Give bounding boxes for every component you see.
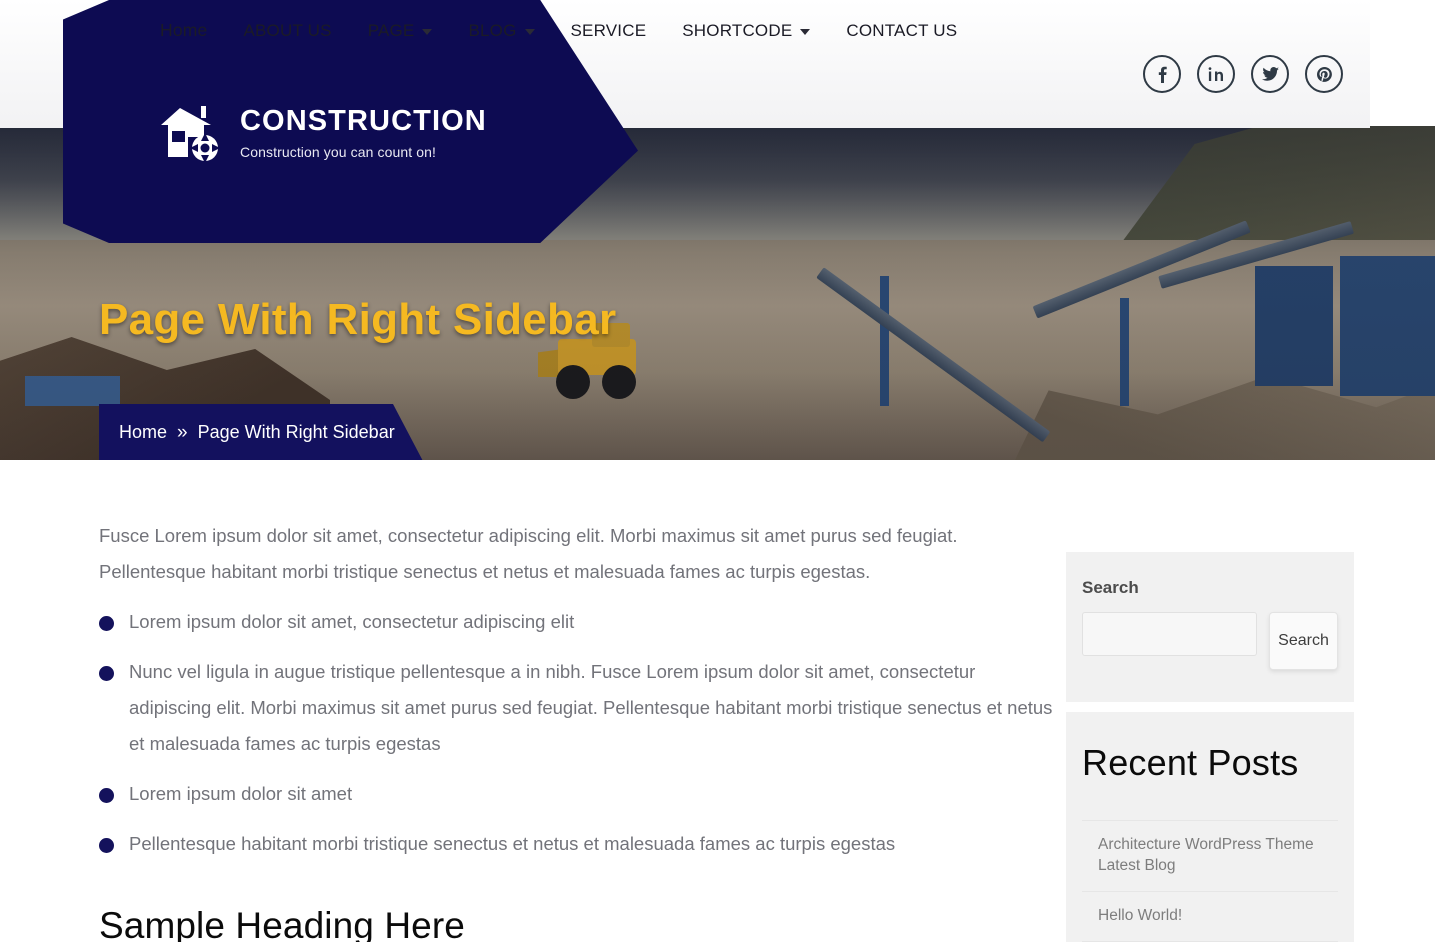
list-item: Nunc vel ligula in augue tristique pelle… (99, 654, 1054, 762)
nav-item-label: Home (160, 20, 208, 40)
search-label: Search (1082, 578, 1139, 597)
pinterest-icon[interactable] (1305, 55, 1343, 93)
nav-item-service[interactable]: SERVICE (553, 15, 665, 47)
sample-heading: Sample Heading Here (99, 904, 465, 942)
recent-posts-title: Recent Posts (1082, 742, 1299, 783)
breadcrumb: Home » Page With Right Sidebar (99, 404, 519, 460)
search-button[interactable]: Search (1269, 612, 1338, 670)
page-title: Page With Right Sidebar (99, 295, 617, 344)
nav-item-label: SERVICE (570, 20, 647, 40)
bullet-icon (99, 788, 114, 804)
main-content: Fusce Lorem ipsum dolor sit amet, consec… (99, 518, 1054, 942)
feature-list: Lorem ipsum dolor sit amet, consectetur … (99, 604, 1054, 862)
bullet-icon (99, 616, 114, 632)
chevron-down-icon (800, 28, 811, 35)
nav-item-label: ABOUT US (243, 20, 332, 40)
list-item: Lorem ipsum dolor sit amet, consectetur … (99, 604, 1054, 640)
social-links (1143, 55, 1343, 93)
house-gear-icon (158, 104, 224, 163)
nav-item-page[interactable]: PAGE (350, 15, 451, 47)
search-form: Search (1082, 612, 1338, 670)
nav-item-contact-us[interactable]: CONTACT US (828, 15, 975, 47)
twitter-icon[interactable] (1251, 55, 1289, 93)
nav-item-about-us[interactable]: ABOUT US (225, 15, 349, 47)
chevron-down-icon (524, 28, 535, 35)
list-item[interactable]: Architecture WordPress Theme Latest Blog (1082, 821, 1338, 892)
intro-paragraph: Fusce Lorem ipsum dolor sit amet, consec… (99, 525, 958, 583)
nav-item-label: CONTACT US (846, 20, 958, 40)
chevron-down-icon (422, 28, 433, 35)
search-widget: Search Search (1066, 552, 1354, 702)
breadcrumb-separator-icon: » (177, 421, 188, 443)
sidebar: Search Search Recent Posts Architecture … (1066, 552, 1354, 942)
nav-item-shortcode[interactable]: SHORTCODE (664, 15, 828, 47)
linkedin-icon[interactable] (1197, 55, 1235, 93)
logo-tagline: Construction you can count on! (240, 143, 437, 160)
primary-navigation: Home ABOUT US PAGE BLOG SERVICE SHORTCOD… (142, 14, 975, 47)
recent-posts-widget: Recent Posts Architecture WordPress Them… (1066, 712, 1354, 942)
logo-brand: CONSTRUCTION (240, 105, 487, 138)
bullet-icon (99, 666, 114, 682)
breadcrumb-current: Page With Right Sidebar (197, 421, 395, 442)
list-item-text: Pellentesque habitant morbi tristique se… (129, 833, 896, 855)
list-item-text: Lorem ipsum dolor sit amet, consectetur … (129, 611, 575, 633)
nav-item-blog[interactable]: BLOG (450, 15, 552, 47)
search-input[interactable] (1082, 612, 1257, 656)
page-root: Page With Right Sidebar Home » Page With… (0, 0, 1435, 942)
bullet-icon (99, 838, 114, 854)
nav-item-label: BLOG (468, 20, 517, 40)
nav-item-label: PAGE (367, 20, 415, 40)
breadcrumb-home-link[interactable]: Home (119, 422, 167, 443)
list-item: Pellentesque habitant morbi tristique se… (99, 826, 1054, 862)
site-logo[interactable]: CONSTRUCTION Construction you can count … (158, 104, 487, 163)
nav-item-label: SHORTCODE (682, 20, 793, 40)
list-item-text: Nunc vel ligula in augue tristique pelle… (129, 661, 1053, 755)
facebook-icon[interactable] (1143, 55, 1181, 93)
list-item[interactable]: Hello World! (1082, 892, 1338, 942)
list-item: Lorem ipsum dolor sit amet (99, 776, 1054, 812)
nav-item-home[interactable]: Home (142, 14, 225, 47)
list-item-text: Lorem ipsum dolor sit amet (129, 783, 353, 805)
logo-text: CONSTRUCTION Construction you can count … (240, 105, 487, 160)
recent-posts-list: Architecture WordPress Theme Latest Blog… (1082, 820, 1338, 942)
breadcrumb-items: Home » Page With Right Sidebar (119, 404, 395, 460)
